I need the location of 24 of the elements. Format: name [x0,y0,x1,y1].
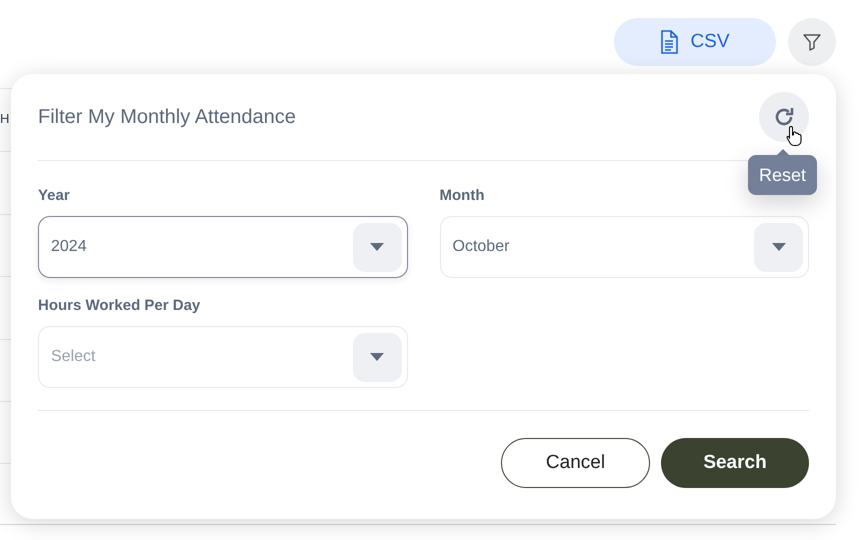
table-header-text: H [0,111,10,127]
dropdown-button[interactable] [352,222,402,272]
select-field[interactable]: October [440,216,809,278]
reset-tooltip: Reset [748,155,818,195]
cancel-button[interactable]: Cancel [501,438,650,488]
dropdown-button[interactable] [352,332,402,382]
caret-icon [772,243,786,251]
filter-button[interactable] [788,18,836,66]
refresh-icon [773,106,795,128]
dropdown-button[interactable] [754,222,803,272]
hand-cursor-icon [786,125,802,147]
document-icon [660,30,678,54]
panel-title: Filter My Monthly Attendance [38,105,296,130]
filter-icon [803,33,821,51]
field-label: Year [38,186,71,206]
reset-button[interactable] [759,92,809,142]
select-field[interactable]: 2024 [38,216,408,278]
csv-button[interactable]: CSV [614,18,776,66]
caret-icon [370,243,384,251]
caret-icon [370,353,384,361]
tooltip-arrow-icon [776,149,789,155]
field-label: Hours Worked Per Day [38,296,202,316]
field-label: Month [440,186,486,206]
search-button[interactable]: Search [661,438,809,488]
